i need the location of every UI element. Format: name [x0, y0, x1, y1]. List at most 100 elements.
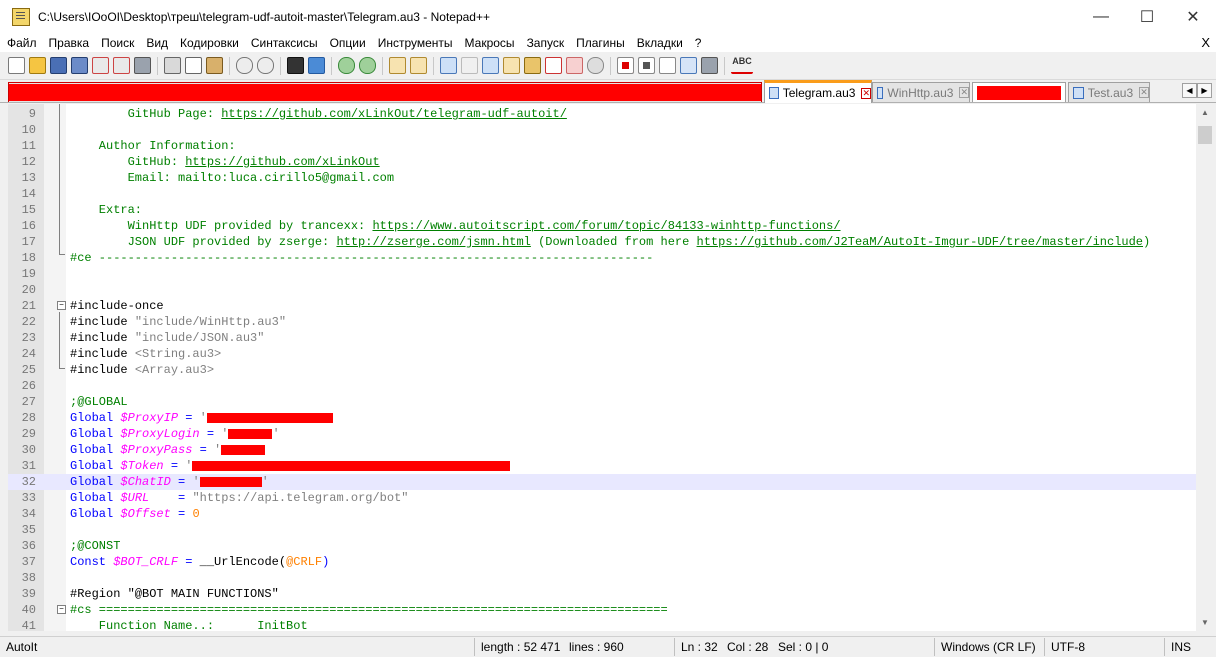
tab-bar: Telegram.au3 ✕ WinHttp.au3 ✕ Test.au3 ✕ — [0, 80, 1216, 103]
code-line: 10 — [21, 123, 36, 137]
menu-settings[interactable]: Опции — [324, 36, 372, 50]
stop-macro-icon[interactable] — [638, 57, 655, 74]
toolbar-separator — [331, 56, 332, 75]
tab-label: Test.au3 — [1087, 85, 1134, 100]
doc-map-icon[interactable] — [524, 57, 541, 74]
zoom-out-icon[interactable] — [359, 57, 376, 74]
tab-redacted[interactable] — [8, 82, 762, 102]
toolbar-separator — [382, 56, 383, 75]
close-all-icon[interactable] — [113, 57, 130, 74]
sync-v-icon[interactable] — [389, 57, 406, 74]
code-line: 34 Global $Offset = 0 — [21, 507, 200, 521]
menu-run[interactable]: Запуск — [521, 36, 571, 50]
redaction-mark — [9, 84, 761, 101]
scroll-down-icon[interactable]: ▼ — [1196, 614, 1214, 631]
save-macro-icon[interactable] — [701, 57, 718, 74]
scrollbar-thumb[interactable] — [1198, 126, 1212, 144]
code-line: 25 #include <Array.au3> — [21, 363, 215, 377]
code-line: 38 — [21, 571, 36, 585]
code-line: 20 — [21, 283, 36, 297]
code-line: 26 — [21, 379, 36, 393]
minimize-button[interactable]: — — [1078, 0, 1124, 34]
replace-icon[interactable] — [308, 57, 325, 74]
fold-toggle-icon[interactable]: − — [57, 301, 66, 310]
folder-workspace-icon[interactable] — [566, 57, 583, 74]
tab-scroll-arrows: ◀ ▶ — [1182, 83, 1212, 98]
tab-scroll-left-icon[interactable]: ◀ — [1182, 83, 1197, 98]
find-icon[interactable] — [287, 57, 304, 74]
run-macro-multiple-icon[interactable] — [680, 57, 697, 74]
print-icon[interactable] — [134, 57, 151, 74]
tab-scroll-right-icon[interactable]: ▶ — [1197, 83, 1212, 98]
code-editor[interactable]: 9 GitHub Page: https://github.com/xLinkO… — [8, 104, 1196, 631]
code-line: 12 GitHub: https://github.com/xLinkOut — [21, 155, 380, 169]
wrap-icon[interactable] — [440, 57, 457, 74]
title-bar: C:\Users\IOoOI\Desktop\треш\telegram-udf… — [0, 0, 1216, 34]
code-line: 14 — [21, 187, 36, 201]
tab-close-icon[interactable]: ✕ — [959, 87, 969, 98]
new-file-icon[interactable] — [8, 57, 25, 74]
open-file-icon[interactable] — [29, 57, 46, 74]
monitor-icon[interactable] — [587, 57, 604, 74]
tab-redacted-2[interactable] — [972, 82, 1066, 102]
code-line: 28 Global $ProxyIP = ' — [8, 410, 1196, 426]
menu-language[interactable]: Синтаксисы — [245, 36, 324, 50]
copy-icon[interactable] — [185, 57, 202, 74]
code-line: 40− #cs =================================… — [21, 603, 668, 617]
menu-view[interactable]: Вид — [140, 36, 174, 50]
all-chars-icon[interactable] — [461, 57, 478, 74]
redo-icon[interactable] — [257, 57, 274, 74]
save-all-icon[interactable] — [71, 57, 88, 74]
code-line: 35 — [21, 523, 36, 537]
menu-window[interactable]: Вкладки — [631, 36, 689, 50]
toolbar-separator — [157, 56, 158, 75]
tab-test[interactable]: Test.au3 ✕ — [1068, 82, 1150, 102]
code-line: 21− #include-once — [21, 299, 164, 313]
vertical-scrollbar[interactable]: ▲ ▼ — [1196, 104, 1214, 631]
menu-macro[interactable]: Макросы — [459, 36, 521, 50]
menu-plugins[interactable]: Плагины — [570, 36, 631, 50]
tab-close-icon[interactable]: ✕ — [861, 87, 871, 99]
menu-tools[interactable]: Инструменты — [372, 36, 459, 50]
redaction-mark — [199, 476, 262, 487]
close-button[interactable]: ✕ — [1170, 0, 1216, 34]
menu-bar: Файл Правка Поиск Вид Кодировки Синтакси… — [0, 34, 1216, 52]
tab-telegram[interactable]: Telegram.au3 ✕ — [764, 80, 872, 103]
close-document-button[interactable]: X — [1201, 34, 1210, 52]
status-bar: AutoIt length : 52 471 lines : 960 Ln : … — [0, 636, 1216, 657]
function-list-icon[interactable] — [545, 57, 562, 74]
record-macro-icon[interactable] — [617, 57, 634, 74]
zoom-in-icon[interactable] — [338, 57, 355, 74]
menu-help[interactable]: ? — [689, 36, 708, 50]
menu-encoding[interactable]: Кодировки — [174, 36, 245, 50]
fold-toggle-icon[interactable]: − — [57, 605, 66, 614]
redaction-mark — [228, 428, 273, 439]
menu-file[interactable]: Файл — [0, 36, 43, 50]
sync-h-icon[interactable] — [410, 57, 427, 74]
toolbar-separator — [229, 56, 230, 75]
toolbar-separator — [724, 56, 725, 75]
save-icon[interactable] — [50, 57, 67, 74]
file-icon — [877, 86, 884, 99]
paste-icon[interactable] — [206, 57, 223, 74]
scroll-up-icon[interactable]: ▲ — [1196, 104, 1214, 121]
undo-icon[interactable] — [236, 57, 253, 74]
code-line: 31 Global $Token = ' — [8, 458, 1196, 474]
status-separator — [674, 638, 675, 656]
status-eol: Windows (CR LF) — [941, 640, 1036, 654]
tab-winhttp[interactable]: WinHttp.au3 ✕ — [872, 82, 970, 102]
tab-close-icon[interactable]: ✕ — [1139, 87, 1149, 98]
play-macro-icon[interactable] — [659, 57, 676, 74]
code-line: 9 GitHub Page: https://github.com/xLinkO… — [28, 107, 567, 121]
indent-guide-icon[interactable] — [482, 57, 499, 74]
code-line-current: 32 Global $ChatID = ' ' — [8, 474, 1196, 490]
menu-search[interactable]: Поиск — [95, 36, 140, 50]
cut-icon[interactable] — [164, 57, 181, 74]
maximize-button[interactable]: ☐ — [1124, 0, 1170, 34]
status-separator — [1164, 638, 1165, 656]
spellcheck-icon[interactable]: ABC — [731, 57, 753, 74]
code-line: 13 Email: mailto:luca.cirillo5@gmail.com — [21, 171, 395, 185]
close-icon[interactable] — [92, 57, 109, 74]
menu-edit[interactable]: Правка — [43, 36, 96, 50]
udl-icon[interactable] — [503, 57, 520, 74]
